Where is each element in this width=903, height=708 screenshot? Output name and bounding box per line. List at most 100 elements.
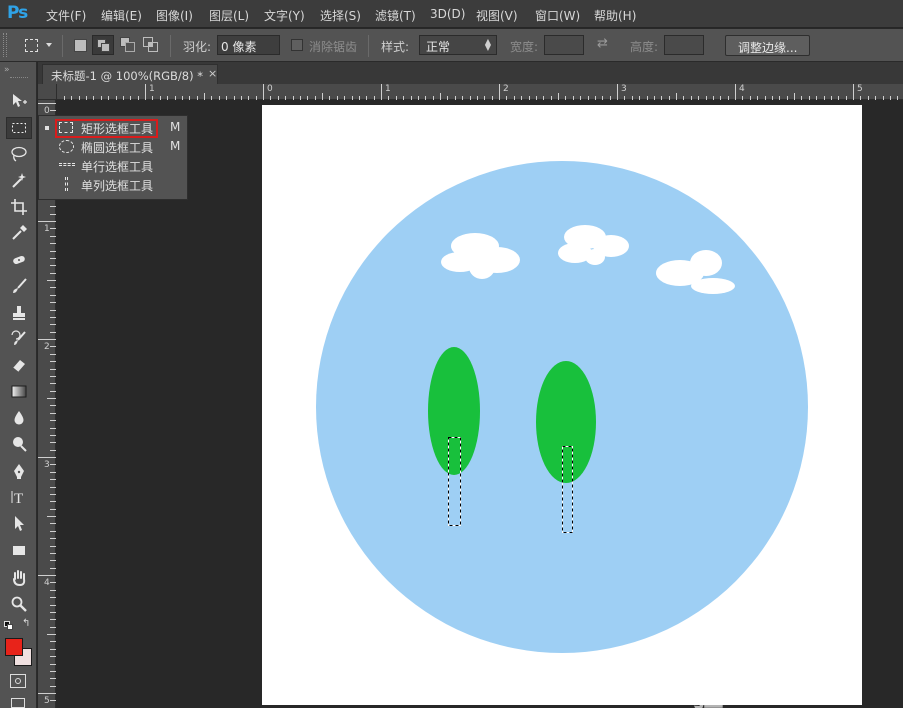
healing-bandage-icon bbox=[13, 255, 25, 265]
quick-mask-icon[interactable] bbox=[10, 674, 26, 688]
ruler-label: 3 bbox=[621, 84, 627, 94]
menu-image[interactable]: 图像(I) bbox=[156, 7, 193, 24]
menu-help[interactable]: 帮助(H) bbox=[594, 7, 636, 24]
ruler-label: 1 bbox=[44, 224, 50, 234]
new-selection-icon[interactable] bbox=[74, 39, 87, 52]
single-column-marquee-icon bbox=[65, 177, 68, 191]
close-icon[interactable]: × bbox=[208, 67, 217, 80]
flyout-item-label: 单列选框工具 bbox=[81, 179, 154, 193]
history-brush-icon bbox=[11, 330, 26, 345]
menu-select[interactable]: 选择(S) bbox=[320, 7, 361, 24]
gradient-icon bbox=[11, 385, 27, 398]
ruler-label: 3 bbox=[44, 460, 50, 470]
menu-layer[interactable]: 图层(L) bbox=[209, 7, 249, 24]
watermark-brand: Bai du 经验 bbox=[690, 626, 850, 708]
menu-bar: Ps 文件(F) 编辑(E) 图像(I) 图层(L) 文字(Y) 选择(S) 滤… bbox=[0, 0, 903, 28]
flyout-item-single-column-marquee[interactable]: 单列选框工具 bbox=[39, 175, 189, 194]
height-label: 高度: bbox=[630, 40, 659, 54]
add-to-selection-button[interactable] bbox=[92, 35, 114, 55]
menu-type[interactable]: 文字(Y) bbox=[264, 7, 305, 24]
ruler-origin[interactable] bbox=[38, 84, 57, 100]
chevron-down-icon[interactable] bbox=[46, 43, 52, 47]
default-colors-icon[interactable] bbox=[4, 621, 13, 630]
magic-wand-tool[interactable] bbox=[6, 169, 32, 191]
ruler-label: 5 bbox=[857, 84, 863, 94]
flyout-shortcut: M bbox=[170, 120, 181, 134]
blur-tool[interactable] bbox=[6, 407, 32, 429]
watermark-url: jingyan.baidu.com bbox=[694, 667, 814, 682]
baidu-watermark: Bai du 经验 jingyan.baidu.com bbox=[690, 612, 860, 708]
feather-label: 羽化: bbox=[183, 40, 212, 54]
antialias-label: 消除锯齿 bbox=[309, 40, 358, 54]
type-tool[interactable]: T bbox=[6, 486, 32, 508]
swap-icon[interactable]: ⇄ bbox=[597, 36, 608, 51]
ruler-label: 1 bbox=[149, 84, 155, 94]
horizontal-ruler[interactable]: 1 0 1 2 3 4 5 bbox=[57, 84, 903, 100]
shape-tool[interactable] bbox=[6, 539, 32, 561]
document-tab[interactable]: 未标题-1 @ 100%(RGB/8) * × bbox=[42, 64, 218, 84]
intersect-selection-icon[interactable] bbox=[143, 37, 159, 53]
ruler-label: 5 bbox=[44, 696, 50, 706]
marquee-tool-flyout: 矩形选框工具 M 椭圆选框工具 M 单行选框工具 单列选框工具 bbox=[38, 115, 188, 200]
antialias-checkbox[interactable] bbox=[291, 39, 303, 51]
options-grip[interactable] bbox=[3, 33, 7, 57]
flyout-shortcut: M bbox=[170, 139, 181, 153]
hand-icon bbox=[13, 570, 26, 587]
clone-stamp-tool[interactable] bbox=[6, 302, 32, 324]
eraser-icon bbox=[12, 360, 25, 373]
marquee-tool[interactable] bbox=[6, 117, 32, 139]
menu-filter[interactable]: 滤镜(T) bbox=[375, 7, 416, 24]
flyout-item-ellipse-marquee[interactable]: 椭圆选框工具 M bbox=[39, 137, 189, 156]
zoom-magnifier-icon bbox=[11, 596, 27, 612]
tool-preset-icon[interactable] bbox=[25, 39, 38, 52]
dodge-icon bbox=[13, 437, 27, 452]
menu-file[interactable]: 文件(F) bbox=[46, 7, 86, 24]
tree-right-canopy bbox=[536, 361, 596, 483]
photoshop-logo: Ps bbox=[7, 3, 28, 23]
pen-tool[interactable] bbox=[6, 460, 32, 482]
dodge-tool[interactable] bbox=[6, 433, 32, 455]
panel-grip[interactable] bbox=[10, 77, 28, 79]
foreground-color-swatch[interactable] bbox=[5, 638, 23, 656]
document-tab-title: 未标题-1 @ 100%(RGB/8) * bbox=[51, 69, 204, 83]
menu-view[interactable]: 视图(V) bbox=[476, 7, 518, 24]
collapse-arrows-icon[interactable]: » bbox=[4, 65, 9, 75]
zoom-tool[interactable] bbox=[6, 593, 32, 615]
width-input[interactable] bbox=[544, 35, 584, 55]
eraser-tool[interactable] bbox=[6, 354, 32, 376]
document-tab-strip: 未标题-1 @ 100%(RGB/8) * × bbox=[38, 62, 903, 84]
hand-tool[interactable] bbox=[6, 567, 32, 589]
crop-tool[interactable] bbox=[6, 196, 32, 218]
screen-mode-icon[interactable] bbox=[11, 698, 25, 708]
width-label: 宽度: bbox=[510, 40, 539, 54]
subtract-from-selection-icon[interactable] bbox=[120, 37, 136, 53]
healing-brush-tool[interactable] bbox=[6, 249, 32, 271]
style-label: 样式: bbox=[381, 40, 410, 54]
height-input[interactable] bbox=[664, 35, 704, 55]
gradient-tool[interactable] bbox=[6, 380, 32, 402]
path-select-arrow-icon bbox=[15, 516, 24, 531]
flyout-item-single-row-marquee[interactable]: 单行选框工具 bbox=[39, 156, 189, 175]
style-select[interactable]: 正常 ▲ ▼ bbox=[419, 35, 497, 55]
tree-left-canopy bbox=[428, 347, 480, 475]
feather-input[interactable]: 0 像素 bbox=[217, 35, 280, 55]
flyout-item-label: 单行选框工具 bbox=[81, 160, 154, 174]
menu-window[interactable]: 窗口(W) bbox=[535, 7, 580, 24]
ruler-label: 2 bbox=[44, 342, 50, 352]
move-tool[interactable] bbox=[6, 90, 32, 112]
refine-edge-button[interactable]: 调整边缘... bbox=[725, 35, 810, 56]
menu-edit[interactable]: 编辑(E) bbox=[101, 7, 142, 24]
menu-3d[interactable]: 3D(D) bbox=[430, 7, 465, 21]
eyedropper-tool[interactable] bbox=[6, 222, 32, 244]
magic-wand-icon bbox=[12, 173, 26, 188]
swap-colors-icon[interactable]: ↰ bbox=[22, 618, 30, 629]
flyout-item-rect-marquee[interactable]: 矩形选框工具 M bbox=[39, 118, 189, 138]
active-bullet bbox=[45, 126, 49, 130]
history-brush-tool[interactable] bbox=[6, 328, 32, 350]
single-row-marquee-icon bbox=[59, 163, 75, 166]
lasso-tool[interactable] bbox=[6, 143, 32, 165]
brush-tool[interactable] bbox=[6, 275, 32, 297]
path-selection-tool[interactable] bbox=[6, 512, 32, 534]
eyedropper-icon bbox=[12, 225, 27, 240]
red-highlight-box bbox=[55, 119, 158, 138]
